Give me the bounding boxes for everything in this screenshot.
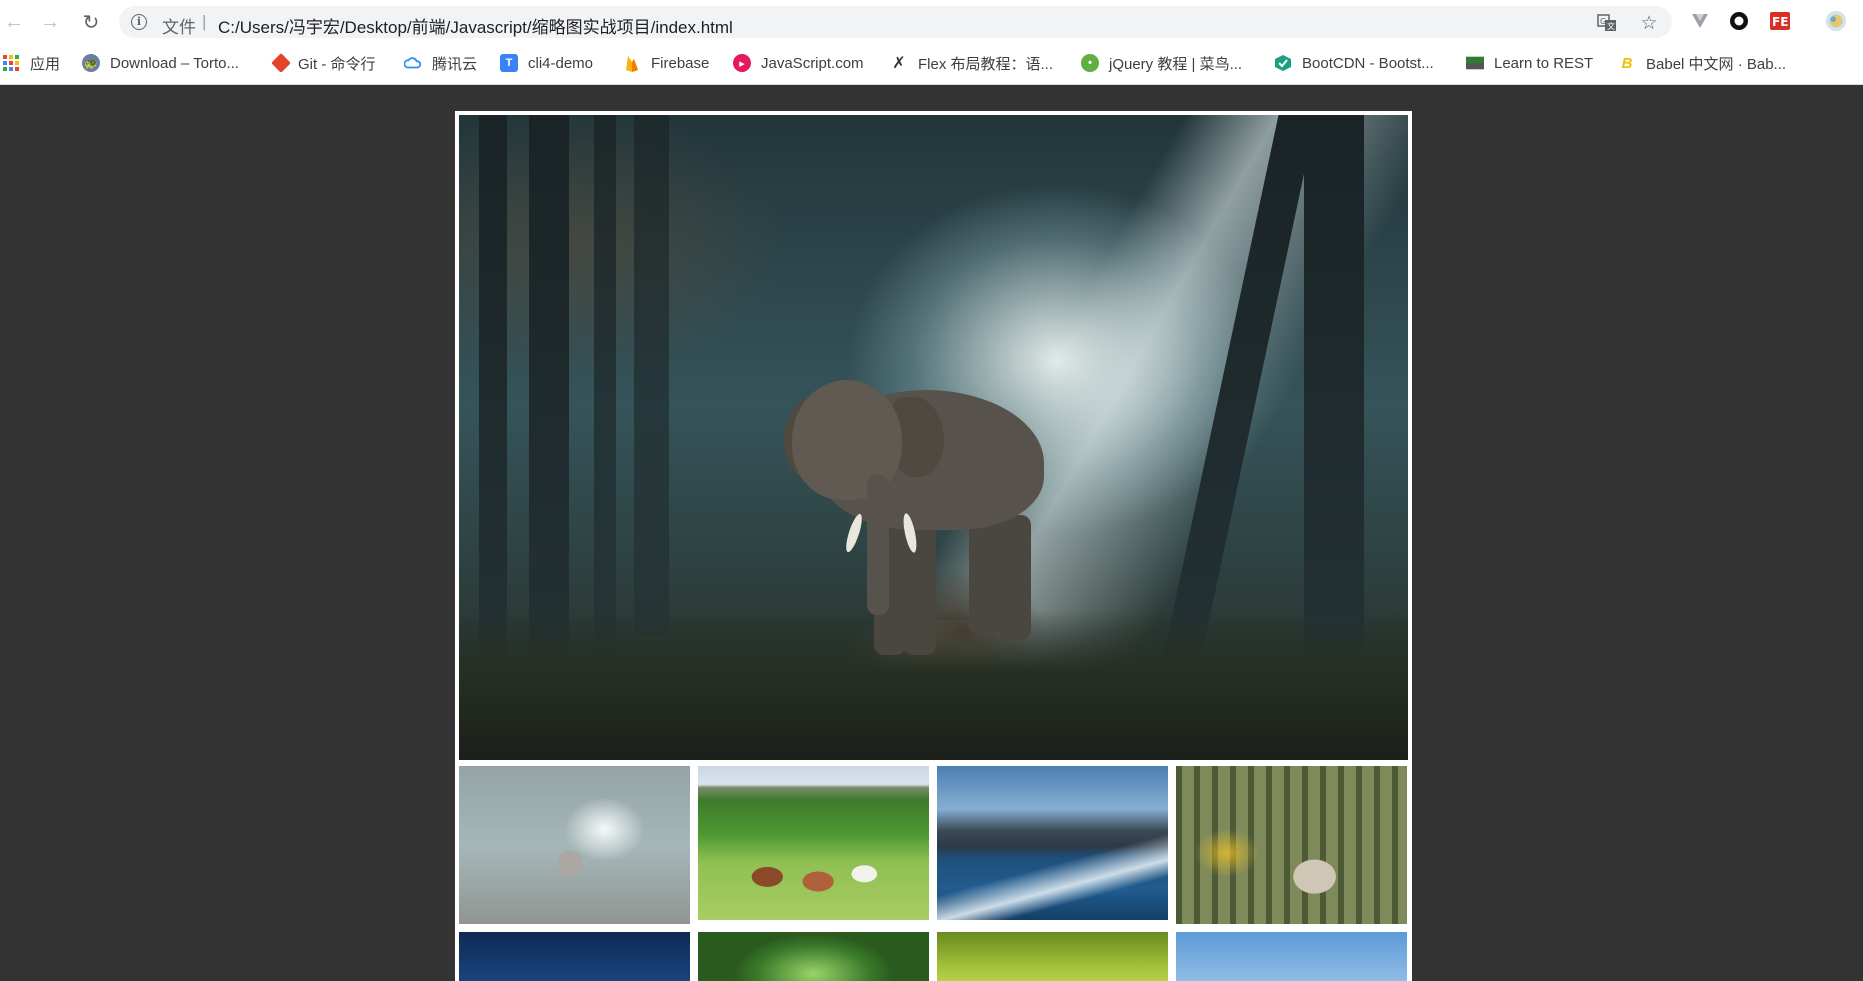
runoob-icon: •: [1081, 54, 1099, 72]
tree-trunk: [594, 115, 616, 655]
bookmark-learn-to-rest[interactable]: Learn to REST: [1466, 52, 1593, 74]
bookmark-javascript-com[interactable]: ▸ JavaScript.com: [733, 52, 864, 74]
arrow-right-icon: →: [40, 10, 60, 33]
record-icon[interactable]: [1728, 10, 1750, 32]
bookmark-label: cli4-demo: [528, 54, 594, 72]
bookmark-label: BootCDN - Bootst...: [1302, 54, 1434, 72]
back-button[interactable]: ←: [0, 8, 28, 36]
tree-trunk: [1304, 115, 1364, 660]
git-icon: [271, 53, 291, 73]
cloud-icon: [404, 54, 422, 72]
security-label: 文件: [162, 18, 196, 37]
bookmark-label: JavaScript.com: [761, 54, 864, 72]
bootcdn-icon: [1274, 54, 1292, 72]
bookmark-label: 应用: [30, 55, 61, 73]
bookmark-firebase[interactable]: Firebase: [623, 52, 709, 74]
bookmark-tencent-cloud[interactable]: 腾讯云: [404, 52, 477, 74]
bookmark-babel[interactable]: B Babel 中文网 · Bab...: [1618, 52, 1786, 74]
t-logo-icon: T: [500, 54, 518, 72]
ruanyifeng-icon: ✗: [892, 55, 906, 72]
tree-trunk: [634, 115, 669, 635]
translate-icon[interactable]: G文: [1596, 12, 1618, 34]
bookmark-label: 腾讯云: [432, 55, 478, 73]
bookmark-cli4-demo[interactable]: T cli4-demo: [500, 52, 593, 74]
bookmark-git[interactable]: Git - 命令行: [271, 52, 376, 74]
bookmark-flex-tutorial[interactable]: ✗ Flex 布局教程：语...: [890, 52, 1053, 74]
bookmark-label: Firebase: [651, 54, 710, 72]
reload-button[interactable]: ↻: [77, 8, 105, 36]
thumbnail-blue-sky[interactable]: [1176, 932, 1407, 981]
elephant-trunk: [867, 475, 889, 615]
bookmark-label: Download – Torto...: [110, 54, 239, 72]
address-bar[interactable]: i 文件 | C:/Users/冯宇宏/Desktop/前端/Javascrip…: [119, 6, 1672, 38]
thumbnail-cows[interactable]: [698, 766, 929, 920]
babel-icon: B: [1621, 54, 1633, 72]
elephant-leg: [999, 515, 1031, 640]
forward-button[interactable]: →: [36, 8, 64, 36]
svg-text:G: G: [1600, 17, 1606, 26]
thumbnail-surfer[interactable]: [937, 766, 1168, 920]
bookmark-bootcdn[interactable]: BootCDN - Bootst...: [1274, 52, 1434, 74]
thumbnail-green-bokeh[interactable]: [698, 932, 929, 981]
firebase-icon: [623, 54, 641, 72]
vue-devtools-icon[interactable]: [1689, 10, 1711, 32]
fe-helper-icon[interactable]: FE: [1769, 10, 1791, 32]
apps-grid-icon: [2, 54, 20, 72]
bookmark-label: Git - 命令行: [298, 55, 376, 73]
javascript-com-icon: ▸: [733, 54, 751, 72]
url-text[interactable]: C:/Users/冯宇宏/Desktop/前端/Javascript/缩略图实战…: [218, 13, 733, 38]
tree-trunk: [1159, 115, 1317, 675]
address-separator: |: [202, 12, 207, 31]
bookmark-tortoise[interactable]: 🐢 Download – Torto...: [82, 52, 239, 74]
svg-text:FE: FE: [1772, 15, 1788, 29]
bookmarks-bar: 应用 🐢 Download – Torto... Git - 命令行 腾讯云 T…: [0, 48, 1863, 78]
info-icon[interactable]: i: [131, 14, 147, 30]
star-icon[interactable]: ☆: [1638, 12, 1660, 34]
bookmark-label: Flex 布局教程：语...: [918, 55, 1054, 73]
arrow-left-icon: ←: [4, 10, 24, 33]
thumbnail-elephant[interactable]: [459, 766, 690, 924]
gallery-container: [455, 111, 1412, 981]
bookmark-apps[interactable]: 应用: [2, 52, 60, 74]
reload-icon: ↻: [82, 11, 100, 34]
bookmark-label: jQuery 教程 | 菜鸟...: [1109, 55, 1243, 73]
rest-flag-icon: [1466, 54, 1484, 72]
bookmark-jquery-runoob[interactable]: • jQuery 教程 | 菜鸟...: [1081, 52, 1242, 74]
browser-toolbar: ← → ↻ i 文件 | C:/Users/冯宇宏/Desktop/前端/Jav…: [0, 0, 1863, 44]
browser-chrome: ← → ↻ i 文件 | C:/Users/冯宇宏/Desktop/前端/Jav…: [0, 0, 1863, 85]
elephant-tusk: [843, 512, 865, 554]
thumbnail-grass[interactable]: [937, 932, 1168, 981]
tree-trunk: [479, 115, 507, 675]
thumbnail-reindeer[interactable]: [1176, 766, 1407, 924]
bookmark-label: Learn to REST: [1494, 54, 1594, 72]
bookmark-label: Babel 中文网 · Bab...: [1646, 55, 1787, 73]
thumbnail-night-sky[interactable]: [459, 932, 690, 981]
elephant-leg: [969, 515, 1001, 635]
profile-avatar-icon[interactable]: [1825, 10, 1847, 32]
tortoise-icon: 🐢: [82, 54, 100, 72]
tree-trunk: [529, 115, 569, 695]
main-image-elephant[interactable]: [459, 115, 1408, 760]
svg-text:文: 文: [1607, 21, 1615, 31]
